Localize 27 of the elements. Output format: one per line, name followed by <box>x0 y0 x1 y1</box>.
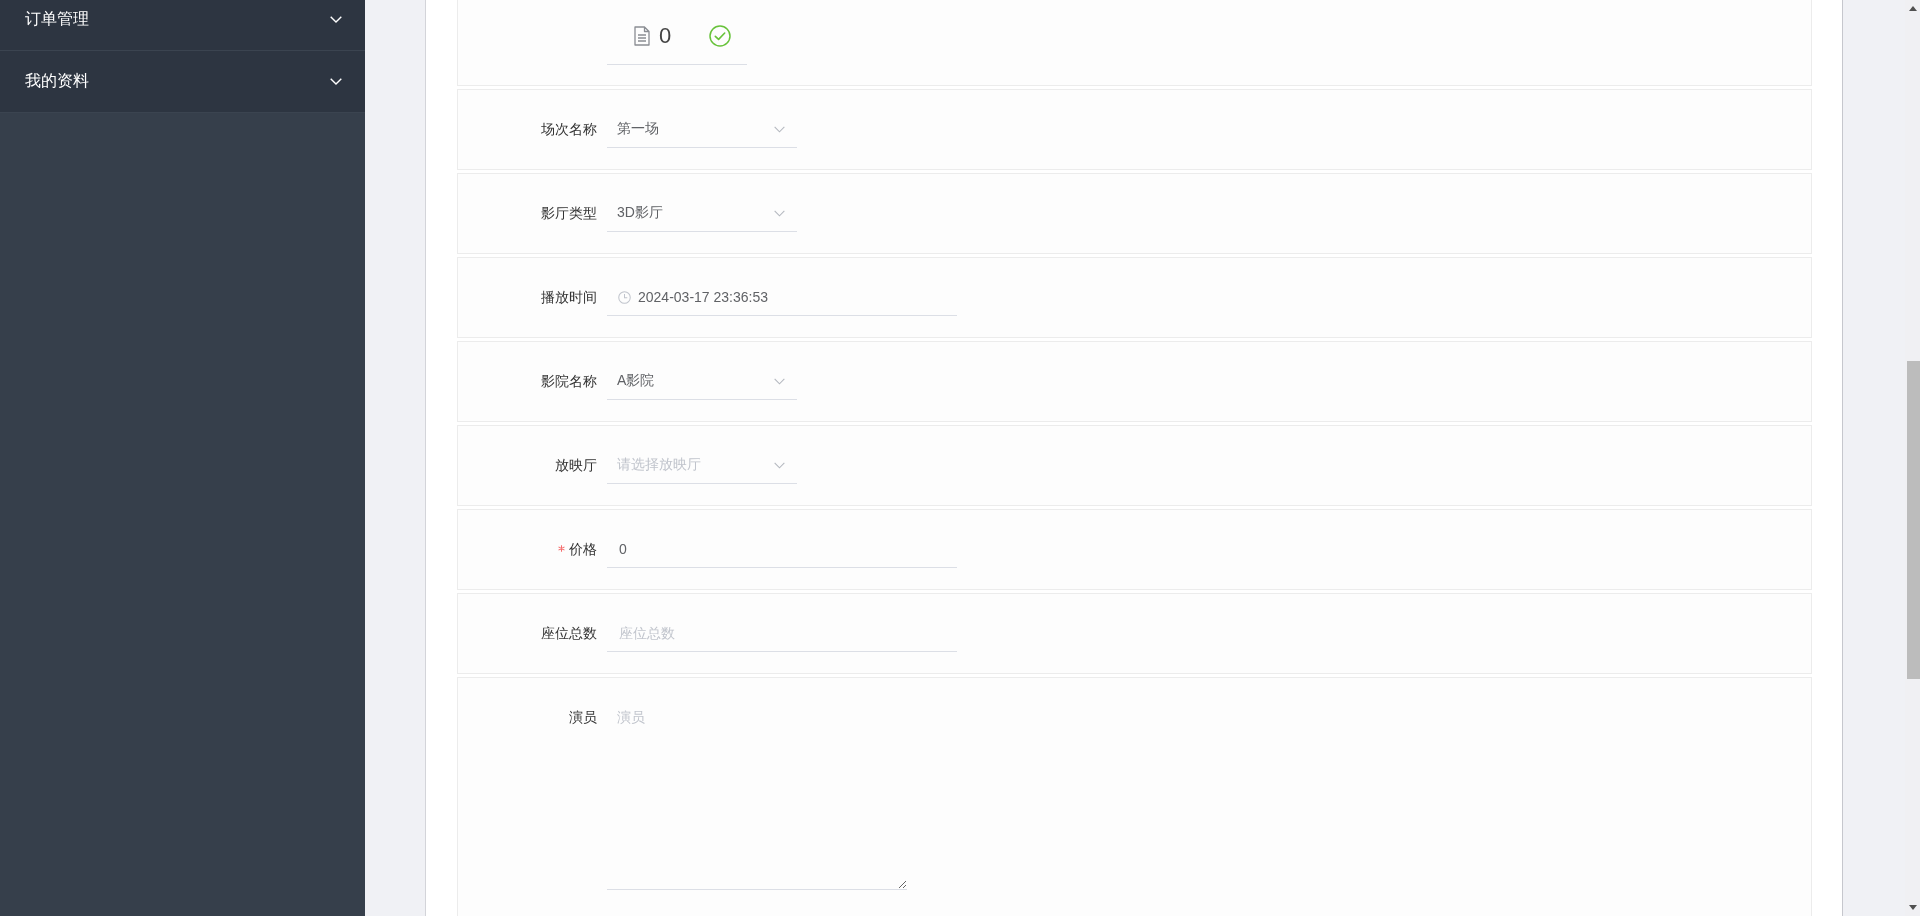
chevron-down-icon <box>774 209 785 217</box>
chevron-down-icon <box>774 377 785 385</box>
datetime-field[interactable]: 2024-03-17 23:36:53 <box>607 279 957 316</box>
input-field[interactable]: 座位总数 <box>607 615 957 652</box>
scroll-up-arrow-icon[interactable] <box>1908 6 1917 11</box>
field-label: 座位总数 <box>541 624 597 643</box>
sidebar-menu-item[interactable]: 订单管理 <box>0 0 365 51</box>
field-label: 演员 <box>569 709 597 727</box>
scrollbar-thumb[interactable] <box>1907 361 1920 679</box>
field-label: 影厅类型 <box>541 204 597 223</box>
select-field[interactable]: 第一场 <box>607 111 797 148</box>
chevron-down-icon <box>774 125 785 133</box>
select-field[interactable]: 3D影厅 <box>607 195 797 232</box>
field-label: 放映厅 <box>555 456 597 475</box>
field-label: 影院名称 <box>541 372 597 391</box>
select-field[interactable]: A影院 <box>607 363 797 400</box>
clock-icon <box>618 290 631 304</box>
field-label: 场次名称 <box>541 120 597 139</box>
field-label: 播放时间 <box>541 288 597 307</box>
textarea-field[interactable]: 演员 <box>607 701 907 890</box>
sidebar-menu-item[interactable]: 我的资料 <box>0 51 365 113</box>
input-field[interactable]: 0 <box>607 531 957 568</box>
chevron-down-icon <box>774 461 785 469</box>
scroll-down-arrow-icon[interactable] <box>1908 905 1917 910</box>
file-name: 0 <box>659 22 672 50</box>
field-label: 价格 <box>569 540 597 559</box>
document-icon <box>634 26 650 46</box>
